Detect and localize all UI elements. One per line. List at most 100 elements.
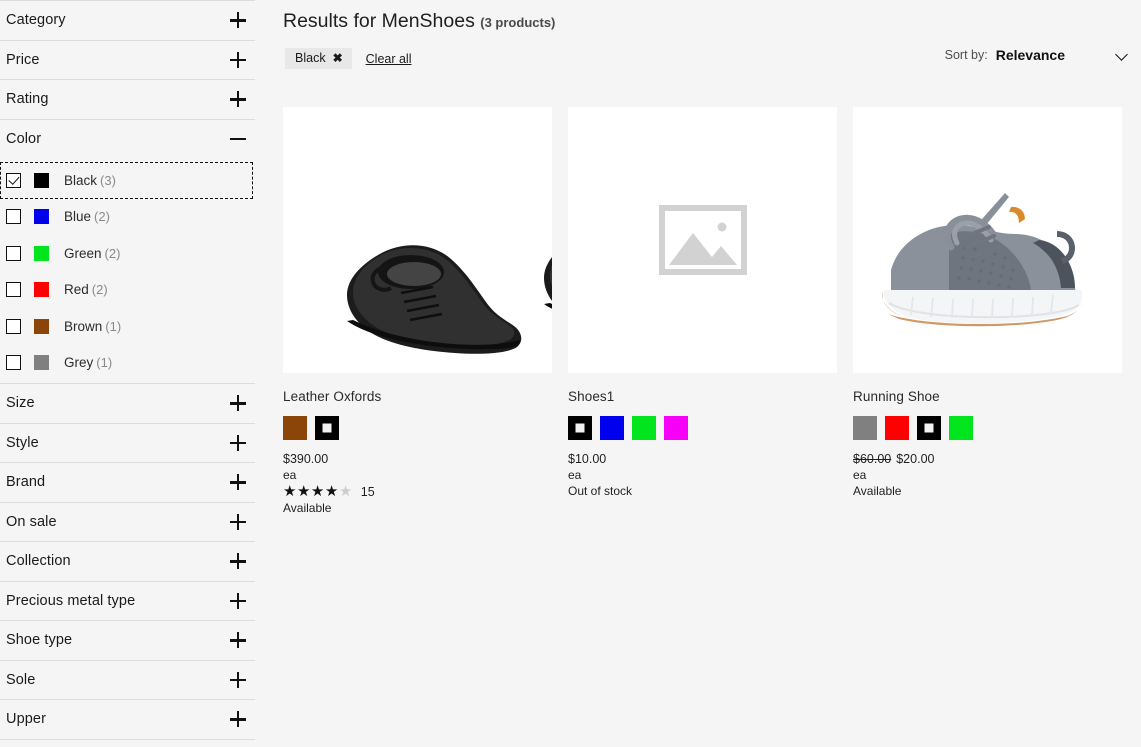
icon-bar-vertical bbox=[237, 514, 240, 530]
close-icon[interactable]: ✖ bbox=[333, 52, 343, 64]
icon-bar-vertical bbox=[237, 711, 240, 727]
color-option-blue[interactable]: Blue(2) bbox=[0, 199, 255, 236]
facet-header-brand[interactable]: Brand bbox=[0, 462, 255, 502]
checkbox-green[interactable] bbox=[6, 246, 21, 261]
product-image-running-shoe[interactable] bbox=[853, 107, 1122, 373]
facet-header-rating[interactable]: Rating bbox=[0, 79, 255, 119]
results-count: (3 products) bbox=[480, 15, 555, 30]
checkbox-brown[interactable] bbox=[6, 319, 21, 334]
plus-icon[interactable] bbox=[230, 632, 246, 648]
facet-label: Upper bbox=[6, 712, 46, 727]
sort-by-control[interactable]: Sort by: Relevance bbox=[945, 44, 1129, 66]
product-swatch-black[interactable] bbox=[315, 416, 339, 440]
product-price-original: $60.00 bbox=[853, 452, 891, 466]
image-placeholder-icon bbox=[659, 205, 747, 275]
facet-label: Size bbox=[6, 396, 35, 411]
facet-header-sole[interactable]: Sole bbox=[0, 660, 255, 700]
product-title[interactable]: Leather Oxfords bbox=[283, 389, 552, 404]
product-title[interactable]: Shoes1 bbox=[568, 389, 837, 404]
plus-icon[interactable] bbox=[230, 553, 246, 569]
facet-header-color[interactable]: Color bbox=[0, 119, 255, 159]
product-swatch-black[interactable] bbox=[568, 416, 592, 440]
product-swatch-red[interactable] bbox=[885, 416, 909, 440]
color-option-grey[interactable]: Grey(1) bbox=[0, 345, 255, 382]
icon-bar-vertical bbox=[237, 435, 240, 451]
star-icon: ★ bbox=[311, 484, 325, 499]
color-option-green[interactable]: Green(2) bbox=[0, 235, 255, 272]
color-option-brown[interactable]: Brown(1) bbox=[0, 308, 255, 345]
facet-header-shoe-type[interactable]: Shoe type bbox=[0, 620, 255, 660]
product-image-leather-oxfords[interactable] bbox=[283, 107, 552, 373]
plus-icon[interactable] bbox=[230, 435, 246, 451]
checkbox-blue[interactable] bbox=[6, 209, 21, 224]
minus-icon[interactable] bbox=[230, 131, 246, 147]
color-option-red[interactable]: Red(2) bbox=[0, 272, 255, 309]
star-icon: ★ bbox=[325, 484, 339, 499]
product-swatch-green[interactable] bbox=[632, 416, 656, 440]
facet-header-category[interactable]: Category bbox=[0, 0, 255, 40]
color-option-label: Brown bbox=[64, 319, 102, 334]
icon-bar-vertical bbox=[237, 672, 240, 688]
product-swatch-green[interactable] bbox=[949, 416, 973, 440]
plus-icon[interactable] bbox=[230, 711, 246, 727]
plus-icon[interactable] bbox=[230, 514, 246, 530]
clear-all-link[interactable]: Clear all bbox=[366, 52, 412, 66]
plus-icon[interactable] bbox=[230, 672, 246, 688]
facet-label: Shoe type bbox=[6, 633, 72, 648]
product-card-running-shoe[interactable]: Running Shoe$60.00$20.00eaAvailable bbox=[853, 107, 1122, 515]
facet-label: On sale bbox=[6, 515, 57, 530]
product-color-swatches bbox=[568, 416, 837, 440]
active-filters: Black ✖ Clear all bbox=[285, 48, 412, 69]
product-swatch-blue[interactable] bbox=[600, 416, 624, 440]
plus-icon[interactable] bbox=[230, 91, 246, 107]
product-swatch-black[interactable] bbox=[917, 416, 941, 440]
product-swatch-grey[interactable] bbox=[853, 416, 877, 440]
product-card-shoes1[interactable]: Shoes1$10.00eaOut of stock bbox=[568, 107, 837, 515]
color-swatch-red bbox=[34, 282, 49, 297]
facet-label: Brand bbox=[6, 475, 45, 490]
icon-bar-vertical bbox=[237, 395, 240, 411]
plus-icon[interactable] bbox=[230, 474, 246, 490]
product-swatch-brown[interactable] bbox=[283, 416, 307, 440]
checkbox-black[interactable] bbox=[6, 173, 21, 188]
facet-header-price[interactable]: Price bbox=[0, 40, 255, 80]
plus-icon[interactable] bbox=[230, 395, 246, 411]
checkbox-red[interactable] bbox=[6, 282, 21, 297]
product-image-shoes1[interactable] bbox=[568, 107, 837, 373]
icon-bar-vertical bbox=[237, 474, 240, 490]
product-search-page: CategoryPriceRatingColorBlack(3)Blue(2)G… bbox=[0, 0, 1141, 747]
icon-bar-vertical bbox=[237, 593, 240, 609]
sort-by-value[interactable]: Relevance bbox=[996, 47, 1065, 63]
plus-icon[interactable] bbox=[230, 12, 246, 28]
facet-header-on-sale[interactable]: On sale bbox=[0, 502, 255, 542]
checkbox-grey[interactable] bbox=[6, 355, 21, 370]
product-title[interactable]: Running Shoe bbox=[853, 389, 1122, 404]
star-icon: ★ bbox=[283, 484, 297, 499]
facet-header-precious-metal-type[interactable]: Precious metal type bbox=[0, 581, 255, 621]
product-price-current: $20.00 bbox=[896, 452, 934, 466]
facet-label: Color bbox=[6, 132, 41, 147]
facet-header-style[interactable]: Style bbox=[0, 423, 255, 463]
filter-chip-label: Black bbox=[295, 51, 326, 65]
plus-icon[interactable] bbox=[230, 593, 246, 609]
color-option-black[interactable]: Black(3) bbox=[0, 162, 253, 199]
facet-label: Rating bbox=[6, 92, 49, 107]
color-option-count: (1) bbox=[96, 355, 112, 370]
page-title: Results for MenShoes (3 products) bbox=[283, 10, 555, 33]
oxford-shoes-illustration bbox=[283, 107, 552, 373]
facet-label: Price bbox=[6, 53, 40, 68]
facet-header-collection[interactable]: Collection bbox=[0, 541, 255, 581]
product-swatch-magenta[interactable] bbox=[664, 416, 688, 440]
icon-bar-vertical bbox=[237, 632, 240, 648]
facet-header-upper[interactable]: Upper bbox=[0, 699, 255, 739]
color-option-count: (2) bbox=[105, 246, 121, 261]
color-option-label: Grey bbox=[64, 355, 93, 370]
chevron-down-icon[interactable] bbox=[1117, 49, 1129, 61]
icon-bar-vertical bbox=[237, 12, 240, 28]
product-card-leather-oxfords[interactable]: Leather Oxfords$390.00ea★★★★★15Available bbox=[283, 107, 552, 515]
product-price-row: $10.00 bbox=[568, 452, 837, 466]
facet-header-size[interactable]: Size bbox=[0, 383, 255, 423]
facet-label: Style bbox=[6, 436, 39, 451]
plus-icon[interactable] bbox=[230, 52, 246, 68]
filter-chip-black[interactable]: Black ✖ bbox=[285, 48, 352, 69]
